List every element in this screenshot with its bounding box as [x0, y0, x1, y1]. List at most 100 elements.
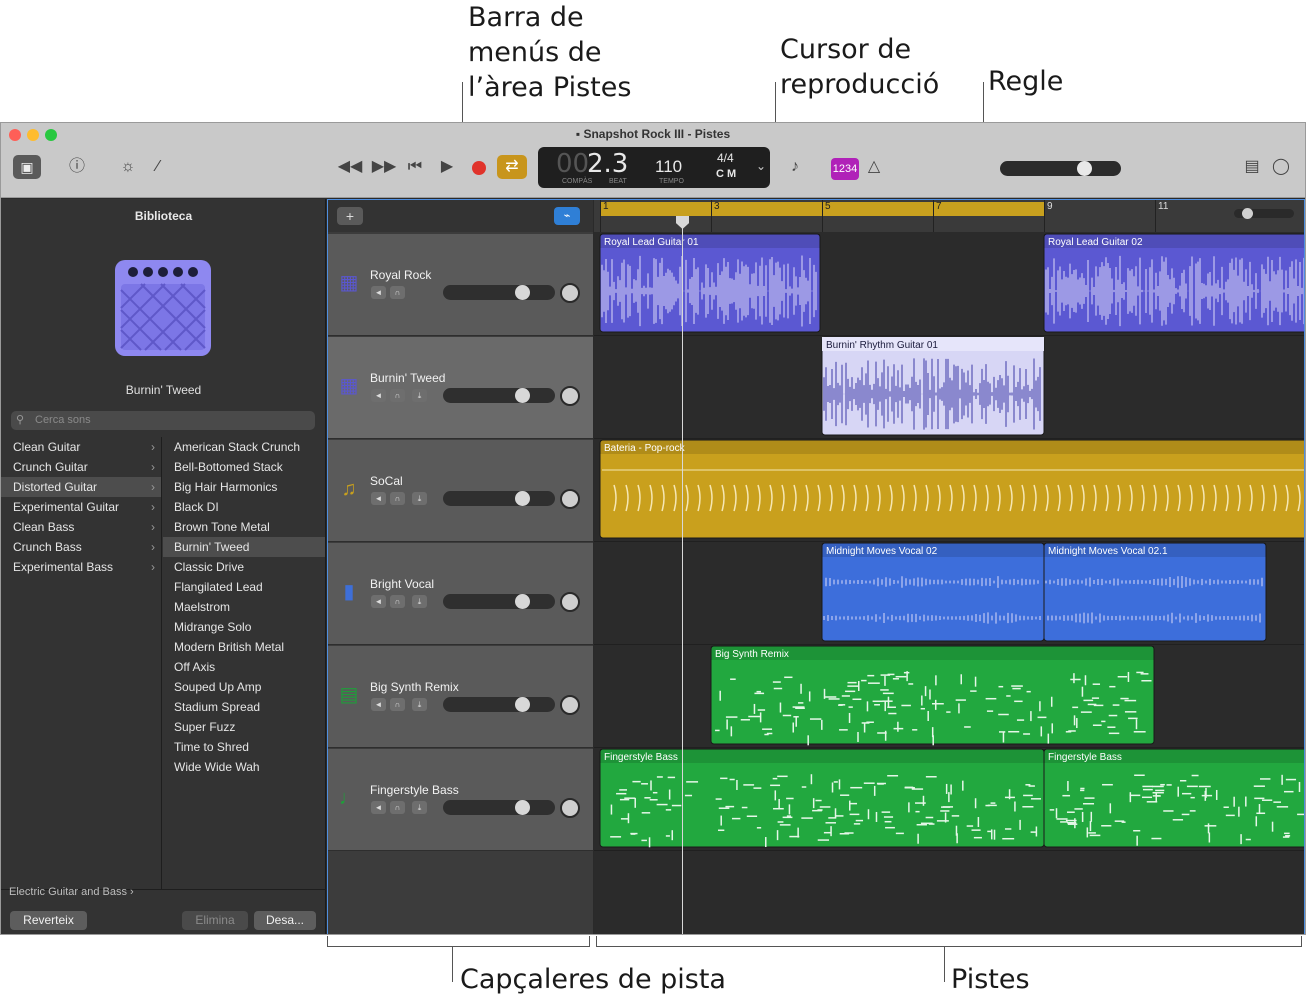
patch-item[interactable]: Maelstrom [163, 597, 325, 617]
mute-button[interactable]: ◄ [371, 801, 386, 814]
solo-button[interactable]: ∩ [390, 492, 405, 505]
smart-controls-icon[interactable]: ☼ [116, 155, 140, 179]
patch-item[interactable]: Black DI [163, 497, 325, 517]
track-header[interactable]: ▤ Big Synth Remix ◄ ∩ ⤓ [328, 646, 593, 748]
track-volume-slider[interactable] [443, 388, 555, 403]
play-icon[interactable]: ▶ [436, 155, 458, 179]
mute-button[interactable]: ◄ [371, 595, 386, 608]
patch-item[interactable]: American Stack Crunch [163, 437, 325, 457]
mute-button[interactable]: ◄ [371, 698, 386, 711]
lcd-display[interactable]: 00 2.3 COMPÀS BEAT 110 TEMPO 4/4 C M ⌄ [538, 147, 770, 188]
category-item[interactable]: Crunch Bass › [1, 537, 161, 557]
master-volume-slider[interactable] [1000, 161, 1121, 176]
solo-button[interactable]: ∩ [390, 801, 405, 814]
pan-knob[interactable] [560, 489, 580, 509]
count-in-button[interactable]: 1234 [831, 158, 859, 180]
solo-button[interactable]: ∩ [390, 595, 405, 608]
region[interactable]: Fingerstyle Bass [599, 748, 1045, 848]
region[interactable]: Royal Lead Guitar 02 [1043, 233, 1306, 333]
metronome-icon[interactable]: △ [863, 155, 885, 179]
patch-item[interactable]: Souped Up Amp [163, 677, 325, 697]
volume-knob[interactable] [515, 697, 530, 712]
rewind-icon[interactable]: ◀◀ [337, 155, 363, 179]
track-volume-slider[interactable] [443, 800, 555, 815]
track-header[interactable]: ♩ Fingerstyle Bass ◄ ∩ ⤓ [328, 749, 593, 851]
patch-item[interactable]: Bell-Bottomed Stack [163, 457, 325, 477]
input-monitor-button[interactable]: ⤓ [412, 801, 427, 814]
region[interactable]: Big Synth Remix [710, 645, 1155, 746]
volume-knob[interactable] [515, 388, 530, 403]
patch-item[interactable]: Wide Wide Wah [163, 757, 325, 777]
record-button[interactable] [472, 161, 486, 175]
solo-button[interactable]: ∩ [390, 286, 405, 299]
quick-help-icon[interactable]: ⓘ [65, 155, 89, 179]
region[interactable]: Midnight Moves Vocal 02.1 [1043, 542, 1267, 642]
lcd-menu-chevron-icon[interactable]: ⌄ [756, 159, 766, 173]
patch-item[interactable]: Flangilated Lead [163, 577, 325, 597]
track-header[interactable]: ♫ SoCal ◄ ∩ ⤓ [328, 440, 593, 542]
fast-forward-icon[interactable]: ▶▶ [371, 155, 397, 179]
patch-item[interactable]: Stadium Spread [163, 697, 325, 717]
track-volume-slider[interactable] [443, 697, 555, 712]
track-header[interactable]: ▦ Burnin' Tweed ◄ ∩ ⤓ [328, 337, 593, 439]
zoom-slider[interactable] [1234, 208, 1294, 219]
input-monitor-button[interactable]: ⤓ [412, 389, 427, 402]
cycle-button[interactable]: ⇄ [497, 155, 527, 179]
region[interactable]: Midnight Moves Vocal 02 [821, 542, 1045, 642]
region[interactable]: Burnin' Rhythm Guitar 01 [821, 336, 1045, 436]
zoom-slider-knob[interactable] [1242, 208, 1253, 219]
track-volume-slider[interactable] [443, 594, 555, 609]
notepad-icon[interactable]: ▤ [1241, 155, 1263, 179]
track-header[interactable]: ▦ Royal Rock ◄ ∩ [328, 234, 593, 336]
ruler[interactable]: 1 3 5 7 9 11 [594, 199, 1305, 232]
smart-tempo-button[interactable]: ⌁ [554, 207, 580, 225]
input-monitor-button[interactable]: ⤓ [412, 492, 427, 505]
region[interactable]: Bateria - Pop-rock [599, 439, 1306, 539]
track-header[interactable]: ▮ Bright Vocal ◄ ∩ ⤓ [328, 543, 593, 645]
playhead[interactable] [682, 217, 683, 934]
mute-button[interactable]: ◄ [371, 492, 386, 505]
track-volume-slider[interactable] [443, 285, 555, 300]
library-breadcrumb[interactable]: Electric Guitar and Bass › [9, 886, 134, 898]
volume-knob[interactable] [515, 491, 530, 506]
go-to-start-icon[interactable]: ⏮ [404, 155, 426, 179]
volume-knob[interactable] [515, 594, 530, 609]
patch-item[interactable]: Big Hair Harmonics [163, 477, 325, 497]
patch-item[interactable]: Brown Tone Metal [163, 517, 325, 537]
category-item[interactable]: Clean Bass › [1, 517, 161, 537]
add-track-button[interactable]: + [337, 207, 363, 225]
category-item[interactable]: Crunch Guitar › [1, 457, 161, 477]
library-toggle-icon[interactable]: ▣ [13, 155, 41, 179]
input-monitor-button[interactable]: ⤓ [412, 595, 427, 608]
search-field[interactable]: ⚲ Cerca sons [11, 411, 315, 430]
pan-knob[interactable] [560, 798, 580, 818]
region[interactable]: Royal Lead Guitar 01 [599, 233, 821, 333]
patch-item[interactable]: Time to Shred [163, 737, 325, 757]
region[interactable]: Fingerstyle Bass [1043, 748, 1306, 848]
track-volume-slider[interactable] [443, 491, 555, 506]
category-item[interactable]: Experimental Guitar › [1, 497, 161, 517]
editors-icon[interactable]: ⁄ [146, 155, 170, 179]
mute-button[interactable]: ◄ [371, 286, 386, 299]
patch-item[interactable]: Modern British Metal [163, 637, 325, 657]
patch-item[interactable]: Classic Drive [163, 557, 325, 577]
loop-browser-icon[interactable]: ◯ [1270, 155, 1292, 179]
save-button[interactable]: Desa... [254, 911, 316, 930]
master-volume-knob[interactable] [1077, 161, 1092, 176]
volume-knob[interactable] [515, 800, 530, 815]
pan-knob[interactable] [560, 283, 580, 303]
pan-knob[interactable] [560, 592, 580, 612]
input-monitor-button[interactable]: ⤓ [412, 698, 427, 711]
patch-item[interactable]: Super Fuzz [163, 717, 325, 737]
category-item[interactable]: Distorted Guitar › [1, 477, 161, 497]
patch-item[interactable]: Midrange Solo [163, 617, 325, 637]
solo-button[interactable]: ∩ [390, 698, 405, 711]
patch-item[interactable]: Burnin' Tweed [163, 537, 325, 557]
mute-button[interactable]: ◄ [371, 389, 386, 402]
revert-button[interactable]: Reverteix [10, 911, 87, 930]
pan-knob[interactable] [560, 386, 580, 406]
category-item[interactable]: Experimental Bass › [1, 557, 161, 577]
patch-item[interactable]: Off Axis [163, 657, 325, 677]
pan-knob[interactable] [560, 695, 580, 715]
delete-button[interactable]: Elimina [182, 911, 248, 930]
